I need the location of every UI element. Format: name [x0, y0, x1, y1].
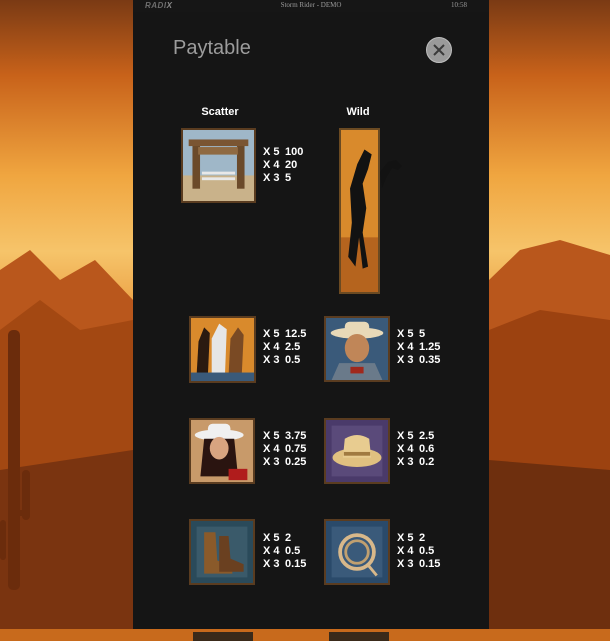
- pay-row: X 3 0.35: [397, 354, 441, 366]
- page-title: Paytable: [173, 37, 251, 59]
- pay-row: X 52: [263, 532, 292, 544]
- cowboy-hat-icon: [324, 418, 390, 484]
- ranch-gate-icon: [181, 128, 256, 203]
- horses-pays: X 5 12.5 X 4 2.5 X 3 0.5: [263, 328, 306, 367]
- pay-row: X 55: [397, 328, 426, 340]
- pay-row: X 5 100: [263, 146, 304, 158]
- cowboy-boots-icon: [189, 519, 255, 585]
- next-symbol-peek: [329, 632, 389, 641]
- close-button[interactable]: [426, 37, 452, 63]
- wild-heading: Wild: [346, 106, 370, 118]
- scatter-heading: Scatter: [201, 106, 239, 118]
- pay-row: X 3 0.25: [263, 456, 307, 468]
- pay-row: X 5 12.5: [263, 328, 307, 340]
- close-icon: [433, 44, 445, 56]
- pay-row: X 4 2.5: [263, 341, 301, 353]
- pay-row: X 35: [263, 172, 292, 184]
- pay-row: X 3 0.5: [263, 354, 301, 366]
- next-symbol-peek: [193, 632, 253, 641]
- status-bar: RADIX Storm Rider - DEMO 10:58: [133, 0, 489, 12]
- cowboy-pays: X 55 X 4 1.25 X 3 0.35: [397, 328, 440, 367]
- pay-row: X 52: [397, 532, 426, 544]
- game-title: Storm Rider - DEMO: [280, 1, 342, 9]
- lasso-icon: [324, 519, 390, 585]
- pay-row: X 4 1.25: [397, 341, 441, 353]
- pay-row: X 4 0.6: [397, 443, 435, 455]
- pay-row: X 3 0.15: [263, 558, 307, 570]
- horses-icon: [189, 316, 256, 383]
- pay-row: X 3 0.2: [397, 456, 435, 468]
- paytable-panel: Paytable Scatter Wild X 5 100 X 4 20 X 35: [133, 12, 489, 641]
- boots-pays: X 52 X 4 0.5 X 3 0.15: [263, 532, 306, 571]
- pay-row: X 5 2.5: [397, 430, 435, 442]
- cowboy-icon: [324, 316, 390, 382]
- scatter-pays: X 5 100 X 4 20 X 35: [263, 146, 303, 185]
- pay-row: X 4 20: [263, 159, 298, 171]
- horse-overflow: [380, 160, 405, 190]
- hat-pays: X 5 2.5 X 4 0.6 X 3 0.2: [397, 430, 434, 469]
- pay-row: X 3 0.15: [397, 558, 441, 570]
- clock: 10:58: [451, 1, 467, 9]
- pay-row: X 4 0.5: [263, 545, 301, 557]
- black-stallion-icon: [339, 128, 380, 294]
- cowgirl-icon: [189, 418, 255, 484]
- cowgirl-pays: X 5 3.75 X 4 0.75 X 3 0.25: [263, 430, 306, 469]
- pay-row: X 4 0.75: [263, 443, 307, 455]
- pay-row: X 5 3.75: [263, 430, 307, 442]
- lasso-pays: X 52 X 4 0.5 X 3 0.15: [397, 532, 440, 571]
- pay-row: X 4 0.5: [397, 545, 435, 557]
